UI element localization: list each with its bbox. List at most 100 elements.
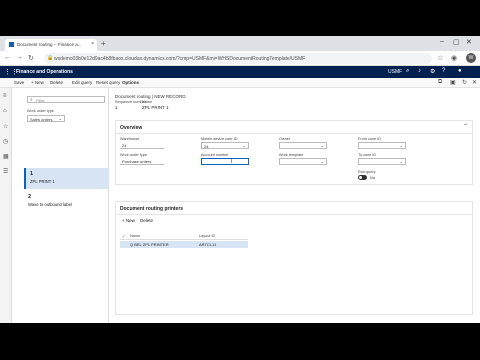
row-name: Q BEL ZPL PRINTER — [130, 242, 169, 247]
attach-icon[interactable]: ⧉ — [438, 79, 442, 86]
recent-icon[interactable]: ◷ — [3, 138, 8, 145]
chevron-down-icon: ⌄ — [242, 143, 246, 148]
save-button[interactable]: Save — [14, 80, 24, 85]
owner-field[interactable]: ⌄ — [279, 142, 327, 149]
screen-frame: Document routing -- Finance a... × + – ▢… — [0, 36, 480, 323]
office-icon[interactable]: ▣ — [450, 79, 456, 86]
modules-icon[interactable]: ☰ — [3, 168, 8, 175]
reset-query-button[interactable]: Reset query — [96, 80, 120, 85]
chevron-down-icon: ⌄ — [320, 143, 324, 148]
mobile-user-label: Mobile device user ID — [201, 137, 238, 141]
to-zone-label: To zone ID — [358, 153, 377, 157]
close-tab-icon[interactable]: × — [91, 41, 94, 47]
name-label: Name — [142, 100, 153, 104]
list-item-seq: 1 — [30, 171, 34, 177]
text-cursor: I — [231, 159, 233, 165]
new-button[interactable]: + New — [31, 80, 44, 85]
filter-input[interactable]: ⌕ Filter — [27, 96, 105, 103]
process-select[interactable]: Sales orders ⌄ — [27, 115, 65, 122]
row-layout: ARTCL11 — [199, 242, 217, 247]
warehouse-field: 24 — [120, 142, 164, 149]
search-icon[interactable]: ⌕ — [406, 68, 409, 75]
filter-placeholder: Filter — [36, 98, 45, 103]
chevron-up-icon[interactable]: ⌃ — [463, 123, 468, 130]
warehouse-value: 24 — [122, 143, 127, 148]
app-header: ⋮⋮ Finance and Operations USMF ⌕ ♪ ⚙ ? ● — [0, 66, 480, 78]
run-query-value: No — [370, 175, 376, 180]
table-row[interactable]: Q BEL ZPL PRINTER ARTCL11 — [120, 241, 248, 248]
name-value: ZPL PRINT 1 — [142, 105, 169, 110]
new-tab-icon[interactable]: + — [101, 39, 106, 48]
chevron-down-icon: ⌄ — [399, 159, 403, 164]
warehouse-label: Warehouse — [120, 137, 140, 141]
close-window-icon[interactable]: ✕ — [466, 38, 472, 46]
run-query-label: Run query — [358, 170, 376, 174]
check-icon[interactable]: ✓ — [122, 234, 125, 239]
browser-tab[interactable]: Document routing -- Finance a... × — [5, 39, 97, 51]
account-field[interactable]: I — [201, 158, 249, 165]
delete-button[interactable]: Delete — [50, 80, 63, 85]
mobile-user-value: 24 — [204, 144, 209, 149]
star-icon[interactable]: ☆ — [437, 54, 443, 62]
list-item-name: ZPL PRINT 1 — [30, 179, 55, 184]
from-zone-field[interactable]: ⌄ — [358, 142, 406, 149]
chevron-down-icon: ⌄ — [399, 143, 403, 148]
url-field[interactable]: 🔒 wsdemo03b0e12d9ac4b8fbaos.cloudax.dyna… — [44, 53, 432, 64]
detail-pane: Document routing | NEW RECORD Sequence n… — [112, 88, 480, 323]
list-item[interactable]: 1 ZPL PRINT 1 — [24, 168, 109, 189]
mobile-user-field[interactable]: 24 ⌄ — [201, 142, 249, 149]
refresh-icon[interactable]: ↻ — [462, 79, 467, 86]
printers-title[interactable]: Document routing printers — [120, 206, 183, 212]
company-picker[interactable]: USMF — [388, 69, 402, 75]
printers-delete-button[interactable]: Delete — [140, 218, 153, 223]
list-item-seq: 2 — [28, 194, 32, 200]
action-pane: Save + New Delete Edit query Reset query… — [0, 78, 480, 88]
minimize-icon[interactable]: – — [440, 38, 444, 45]
workspaces-icon[interactable]: ▦ — [3, 153, 9, 160]
url-text: wsdemo03b0e12d9ac4b8fbaos.cloudax.dynami… — [54, 56, 306, 62]
divider — [116, 214, 472, 215]
home-icon[interactable]: ⌂ — [3, 108, 7, 114]
process-label: Work order type — [27, 109, 54, 113]
overview-title[interactable]: Overview — [120, 125, 142, 131]
printers-new-button[interactable]: + New — [122, 218, 135, 223]
seq-value: 1 — [115, 105, 118, 110]
printers-grid-header: ✓ Name Layout ID — [120, 233, 248, 240]
account-label: Account number — [201, 153, 229, 157]
col-layout[interactable]: Layout ID — [199, 234, 215, 238]
work-order-type-value: Purchase orders — [122, 159, 152, 164]
list-item[interactable]: 2 Wave to outbound label — [24, 191, 109, 212]
back-icon[interactable]: ← — [4, 54, 11, 61]
to-zone-field[interactable]: ⌄ — [358, 158, 406, 165]
favorites-icon[interactable]: ☆ — [3, 123, 8, 130]
options-tab[interactable]: Options — [122, 80, 139, 85]
list-pane: ⌕ Filter Work order type Sales orders ⌄ … — [24, 88, 109, 323]
lock-icon: 🔒 — [47, 55, 54, 61]
profile-avatar[interactable]: W — [466, 53, 476, 63]
extensions-icon[interactable]: ◉ — [451, 54, 457, 62]
bell-icon[interactable]: ♪ — [418, 68, 421, 74]
work-template-field[interactable]: ⌄ — [279, 158, 327, 165]
work-order-type-label: Work order type — [120, 153, 147, 157]
owner-label: Owner — [279, 137, 291, 141]
browser-tabstrip: Document routing -- Finance a... × + – ▢… — [0, 36, 480, 51]
close-form-icon[interactable]: ✕ — [472, 79, 477, 86]
chevron-down-icon: ⌄ — [58, 116, 62, 121]
browser-tab-title: Document routing -- Finance a... — [17, 42, 82, 47]
col-name[interactable]: Name — [130, 234, 140, 238]
user-avatar[interactable]: ● — [458, 68, 462, 74]
printers-section: Document routing printers + New Delete ✓… — [115, 201, 473, 315]
process-value: Sales orders — [30, 117, 53, 122]
maximize-icon[interactable]: ▢ — [453, 38, 460, 46]
run-query-toggle[interactable] — [358, 175, 367, 180]
filter-icon: ⌕ — [30, 97, 33, 102]
menu-icon[interactable]: ≡ — [3, 93, 7, 99]
help-icon[interactable]: ? — [442, 68, 445, 74]
left-nav: ≡ ⌂ ☆ ◷ ▦ ☰ — [0, 88, 12, 323]
chevron-down-icon: ⌄ — [320, 159, 324, 164]
reload-icon[interactable]: ↻ — [28, 54, 34, 62]
gear-icon[interactable]: ⚙ — [430, 68, 435, 75]
address-bar: ← → ↻ 🔒 wsdemo03b0e12d9ac4b8fbaos.clouda… — [0, 51, 480, 66]
edit-query-button[interactable]: Edit query — [72, 80, 92, 85]
forward-icon[interactable]: → — [16, 54, 23, 61]
